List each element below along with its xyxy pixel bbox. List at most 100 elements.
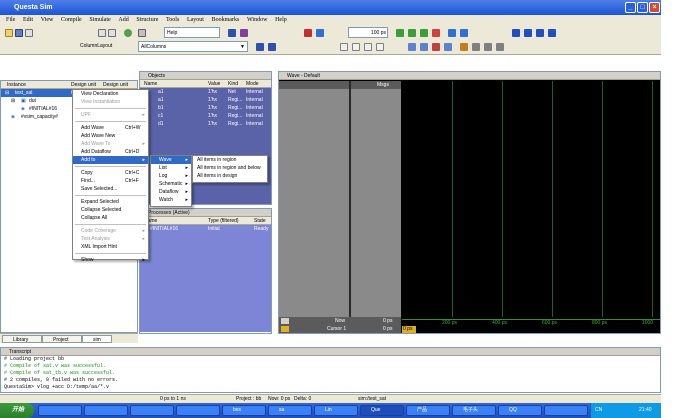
menu-item-save-selected[interactable]: Save Selected... xyxy=(73,185,148,193)
step-into-icon[interactable] xyxy=(448,29,456,37)
objects-header-value[interactable]: Value xyxy=(208,80,220,88)
objects-header-kind[interactable]: Kind xyxy=(228,80,238,88)
menu-item-log[interactable]: Log ▸ xyxy=(151,172,191,180)
start-button[interactable]: 开始 xyxy=(0,403,34,418)
wave-zoom-out-icon[interactable] xyxy=(268,43,276,51)
tray-clock[interactable]: 21:40 xyxy=(639,403,652,418)
tree-expand-icon[interactable]: ⊞ xyxy=(11,97,15,105)
signal-icon[interactable] xyxy=(472,43,480,51)
menu-item-show[interactable]: Show ▸ xyxy=(73,256,148,264)
menu-layout[interactable]: Layout xyxy=(187,17,204,23)
tab-sim[interactable]: sim xyxy=(82,335,112,343)
edit-wave-icon[interactable] xyxy=(408,43,416,51)
taskbar-item[interactable]: Que xyxy=(360,405,404,416)
taskbar-item[interactable] xyxy=(38,405,82,416)
close-button[interactable]: × xyxy=(649,2,660,13)
menu-add[interactable]: Add xyxy=(118,17,128,23)
menu-item-list[interactable]: List ▸ xyxy=(151,164,191,172)
list-item[interactable]: a1 1'hx Regi... Internal xyxy=(140,96,271,104)
menu-item-dataflow[interactable]: Dataflow ▸ xyxy=(151,188,191,196)
break-icon[interactable] xyxy=(304,29,312,37)
wave-format-icon[interactable] xyxy=(484,43,492,51)
open-icon[interactable] xyxy=(5,29,13,37)
continue-icon[interactable] xyxy=(408,29,416,37)
menu-item-add-to[interactable]: Add to ▸ xyxy=(73,156,148,164)
zoom-out-icon[interactable] xyxy=(364,43,372,51)
list-item[interactable]: d1 1'hx Regi... Internal xyxy=(140,120,271,128)
run-icon[interactable] xyxy=(396,29,404,37)
tray-language[interactable]: CN xyxy=(595,403,602,418)
list-item[interactable]: a1 1'hx Net Internal xyxy=(140,88,271,96)
minimize-button[interactable]: _ xyxy=(625,2,636,13)
menu-view[interactable]: View xyxy=(41,17,54,23)
processes-header-type[interactable]: Type (filtered) xyxy=(208,217,239,225)
cursor-icon[interactable] xyxy=(340,43,348,51)
menu-item-schematic[interactable]: Schematic ▸ xyxy=(151,180,191,188)
taskbar-item[interactable]: Lin xyxy=(314,405,358,416)
find-icon[interactable] xyxy=(138,29,146,37)
tab-project[interactable]: Project xyxy=(42,335,82,343)
menu-item-find[interactable]: Find... Ctrl+F xyxy=(73,177,148,185)
step-over-icon[interactable] xyxy=(460,29,468,37)
taskbar-item[interactable]: sa xyxy=(268,405,312,416)
step-icon[interactable] xyxy=(316,29,324,37)
objects-header-mode[interactable]: Mode xyxy=(246,80,259,88)
menu-item-copy[interactable]: Copy Ctrl+C xyxy=(73,169,148,177)
up-arrow-icon[interactable] xyxy=(512,29,520,37)
menu-item-add-wave-new[interactable]: Add Wave New xyxy=(73,132,148,140)
menu-tools[interactable]: Tools xyxy=(166,17,179,23)
tree-expand-icon[interactable]: ⊟ xyxy=(5,89,9,97)
objects-header-name[interactable]: Name xyxy=(144,80,157,88)
menu-item-collapse-all[interactable]: Collapse All xyxy=(73,214,148,222)
menu-item-view-declaration[interactable]: View Declaration xyxy=(73,90,148,98)
menu-item-all-in-region[interactable]: All items in region xyxy=(193,156,267,164)
zoom-in-icon[interactable] xyxy=(352,43,360,51)
list-item[interactable]: c1 1'hx Regi... Internal xyxy=(140,112,271,120)
menu-edit[interactable]: Edit xyxy=(23,17,33,23)
menu-item-xml-import-hint[interactable]: XML Import Hint xyxy=(73,243,148,251)
wave-filter-icon[interactable] xyxy=(496,43,504,51)
taskbar-item[interactable] xyxy=(84,405,128,416)
prev-icon[interactable] xyxy=(548,29,556,37)
menu-item-add-dataflow[interactable]: Add Dataflow Ctrl+D xyxy=(73,148,148,156)
menu-compile[interactable]: Compile xyxy=(61,17,82,23)
tab-library[interactable]: Library xyxy=(2,335,42,343)
bookmark-icon[interactable] xyxy=(460,43,468,51)
save-icon[interactable] xyxy=(15,29,23,37)
menu-help[interactable]: Help xyxy=(275,17,287,23)
menu-item-add-wave[interactable]: Add Wave Ctrl+W xyxy=(73,124,148,132)
taskbar-item[interactable]: 产品 xyxy=(406,405,450,416)
instance-header-unit[interactable]: Design unit xyxy=(71,81,96,89)
taskbar-item[interactable]: 毛子头 xyxy=(452,405,496,416)
menu-item-collapse-selected[interactable]: Collapse Selected xyxy=(73,206,148,214)
taskbar-item[interactable] xyxy=(130,405,174,416)
transcript-output[interactable]: # Loading project bb # Compile of sat.v w… xyxy=(1,356,660,391)
menu-item-all-in-region-below[interactable]: All items in region and below xyxy=(193,164,267,172)
menu-window[interactable]: Window xyxy=(247,17,267,23)
redo-icon[interactable] xyxy=(108,29,116,37)
wave-add-icon[interactable] xyxy=(228,29,236,37)
wave-zoom-icon[interactable] xyxy=(256,43,264,51)
processes-header-state[interactable]: State xyxy=(254,217,266,225)
maximize-button[interactable]: □ xyxy=(637,2,648,13)
stop-icon[interactable] xyxy=(432,29,440,37)
wave-canvas[interactable] xyxy=(402,81,660,319)
taskbar-item[interactable] xyxy=(544,405,588,416)
down-arrow-icon[interactable] xyxy=(524,29,532,37)
menu-item-expand-selected[interactable]: Expand Selected xyxy=(73,198,148,206)
dataflow-icon[interactable] xyxy=(240,29,248,37)
menu-structure[interactable]: Structure xyxy=(136,17,158,23)
menu-item-wave[interactable]: Wave ▸ xyxy=(151,156,191,164)
run-length-input[interactable]: 100 ps xyxy=(348,27,388,38)
taskbar-item[interactable]: bes xyxy=(222,405,266,416)
instance-header-name[interactable]: Instance xyxy=(7,81,26,89)
help-search-input[interactable]: Help xyxy=(164,27,220,38)
cursor-marker[interactable]: 0 ps xyxy=(402,326,416,333)
taskbar-item[interactable]: QQ xyxy=(498,405,542,416)
zoom-full-icon[interactable] xyxy=(376,43,384,51)
menu-item-watch[interactable]: Watch ▸ xyxy=(151,196,191,204)
menu-item-all-in-design[interactable]: All items in design xyxy=(193,172,267,180)
list-item[interactable]: b1 1'hx Regi... Internal xyxy=(140,104,271,112)
menu-simulate[interactable]: Simulate xyxy=(89,17,110,23)
list-item[interactable]: #INITIAL#16 Initial Ready xyxy=(140,225,271,233)
